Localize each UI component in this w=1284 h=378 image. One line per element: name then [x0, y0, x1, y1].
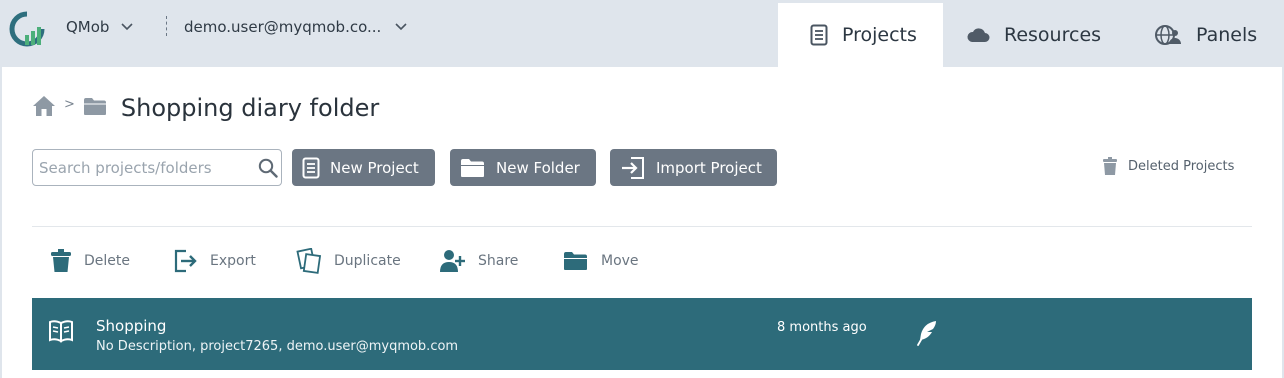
document-icon — [810, 24, 828, 46]
duplicate-action[interactable]: Duplicate — [296, 243, 401, 279]
share-action[interactable]: Share — [440, 243, 518, 279]
new-project-button[interactable]: New Project — [292, 149, 435, 186]
chevron-down-icon — [121, 23, 134, 31]
move-action[interactable]: Move — [563, 243, 639, 279]
cloud-icon — [966, 27, 990, 43]
import-project-label: Import Project — [656, 158, 762, 177]
project-name: Shopping — [96, 317, 167, 335]
action-bar: Delete Export Duplicate Share Move — [32, 243, 732, 279]
org-selector[interactable]: QMob — [66, 17, 134, 37]
page-title: Shopping diary folder — [120, 94, 380, 122]
book-icon — [48, 319, 74, 347]
new-folder-label: New Folder — [496, 158, 580, 177]
tab-panels-label: Panels — [1196, 24, 1258, 46]
trash-icon — [1102, 156, 1118, 176]
breadcrumb-separator: > — [64, 96, 75, 112]
user-email: demo.user@myqmob.co... — [184, 18, 382, 36]
org-name: QMob — [66, 18, 110, 36]
header-separator — [166, 16, 167, 36]
deleted-projects-link[interactable]: Deleted Projects — [1102, 155, 1234, 177]
delete-label: Delete — [84, 253, 130, 269]
add-user-icon — [440, 249, 466, 273]
project-description: No Description, project7265, demo.user@m… — [96, 339, 459, 354]
delete-action[interactable]: Delete — [50, 243, 130, 279]
new-folder-button[interactable]: New Folder — [450, 149, 596, 186]
feather-icon — [916, 320, 938, 350]
tab-resources-label: Resources — [1004, 24, 1102, 46]
home-icon[interactable] — [32, 95, 56, 121]
duplicate-label: Duplicate — [334, 253, 401, 269]
export-icon — [174, 249, 198, 273]
globe-people-icon — [1154, 24, 1182, 46]
import-project-button[interactable]: Import Project — [610, 149, 777, 186]
trash-icon — [50, 249, 72, 273]
export-action[interactable]: Export — [174, 243, 256, 279]
share-label: Share — [478, 253, 519, 269]
export-label: Export — [210, 253, 256, 269]
qmob-logo-icon[interactable] — [9, 11, 45, 47]
breadcrumb: > Shopping diary folder — [32, 93, 379, 123]
search-icon[interactable] — [258, 158, 278, 182]
document-icon — [302, 157, 320, 179]
tab-projects[interactable]: Projects — [778, 3, 943, 67]
deleted-projects-label: Deleted Projects — [1128, 158, 1235, 174]
project-row[interactable]: Shopping No Description, project7265, de… — [32, 298, 1252, 370]
tab-projects-label: Projects — [842, 24, 917, 46]
user-selector[interactable]: demo.user@myqmob.co... — [184, 17, 407, 37]
folder-icon — [460, 158, 486, 178]
main-panel: > Shopping diary folder New P — [2, 67, 1282, 378]
import-icon — [620, 156, 646, 180]
top-bar: QMob demo.user@myqmob.co... Projects Res… — [0, 0, 1284, 67]
move-label: Move — [601, 253, 639, 269]
tab-resources[interactable]: Resources — [966, 3, 1126, 67]
search-input[interactable] — [33, 150, 243, 185]
folder-icon — [563, 251, 589, 271]
tab-panels[interactable]: Panels — [1154, 3, 1282, 67]
divider — [32, 226, 1252, 227]
new-project-label: New Project — [330, 158, 419, 177]
search-box — [32, 149, 282, 186]
project-modified-time: 8 months ago — [777, 320, 867, 335]
chevron-down-icon — [395, 23, 407, 31]
folder-icon[interactable] — [83, 97, 107, 120]
duplicate-icon — [296, 248, 322, 274]
